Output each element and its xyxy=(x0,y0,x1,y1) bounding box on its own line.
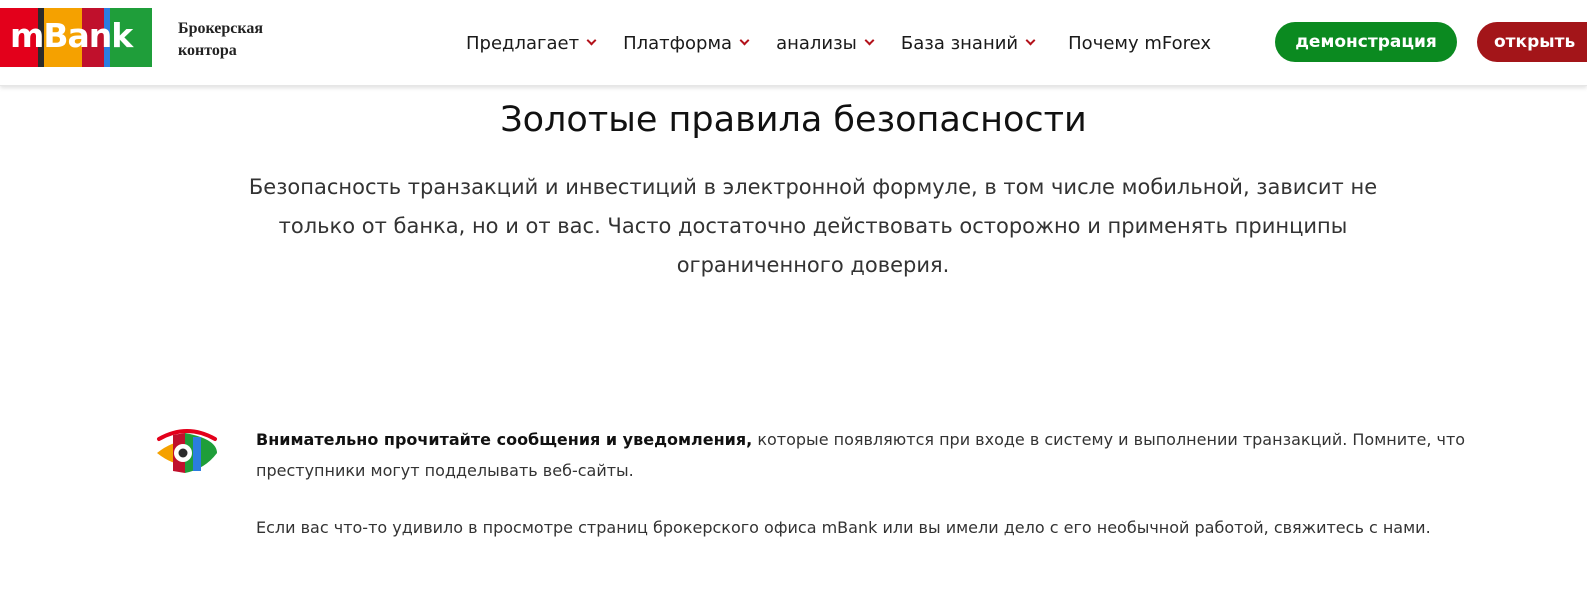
brand-subtitle-line: контора xyxy=(178,42,237,59)
intro-text: Безопасность транзакций и инвестиций в э… xyxy=(248,175,1378,277)
open-account-button[interactable]: открыть xyxy=(1477,22,1587,62)
nav-item-label: Предлагает xyxy=(466,32,580,54)
demo-button[interactable]: демонстрация xyxy=(1275,22,1457,62)
rule-text: Внимательно прочитайте сообщения и уведо… xyxy=(256,424,1476,486)
logo-text: mBank xyxy=(10,16,133,55)
main-nav: Предлагает Платформа анализы База знаний… xyxy=(466,0,1239,86)
nav-item-label: Почему mForex xyxy=(1068,32,1212,54)
nav-item-offers[interactable]: Предлагает xyxy=(466,32,597,54)
nav-item-knowledge-base[interactable]: База знаний xyxy=(900,32,1036,54)
chevron-down-icon xyxy=(1025,35,1036,45)
site-header: mBank Брокерская контора Предлагает Плат… xyxy=(0,0,1587,86)
brand-subtitle: Брокерская контора xyxy=(178,18,308,62)
eye-icon xyxy=(157,429,217,473)
nav-item-why-mforex[interactable]: Почему mForex xyxy=(1068,33,1211,54)
brand-subtitle-line: Брокерская xyxy=(178,20,264,37)
chevron-down-icon xyxy=(864,35,875,45)
nav-item-platform[interactable]: Платформа xyxy=(623,32,750,54)
page-title: Золотые правила безопасности xyxy=(500,100,1087,140)
rule-bold-text: Внимательно прочитайте сообщения и уведо… xyxy=(256,430,753,449)
chevron-down-icon xyxy=(586,35,597,45)
mbank-logo[interactable]: mBank xyxy=(0,8,152,67)
nav-item-label: анализы xyxy=(776,32,857,54)
nav-item-label: Платформа xyxy=(623,32,733,54)
rule-contact-text: Если вас что-то удивило в просмотре стра… xyxy=(256,518,1431,537)
nav-item-label: База знаний xyxy=(900,32,1019,54)
chevron-down-icon xyxy=(739,35,750,45)
nav-item-analysis[interactable]: анализы xyxy=(776,32,875,54)
